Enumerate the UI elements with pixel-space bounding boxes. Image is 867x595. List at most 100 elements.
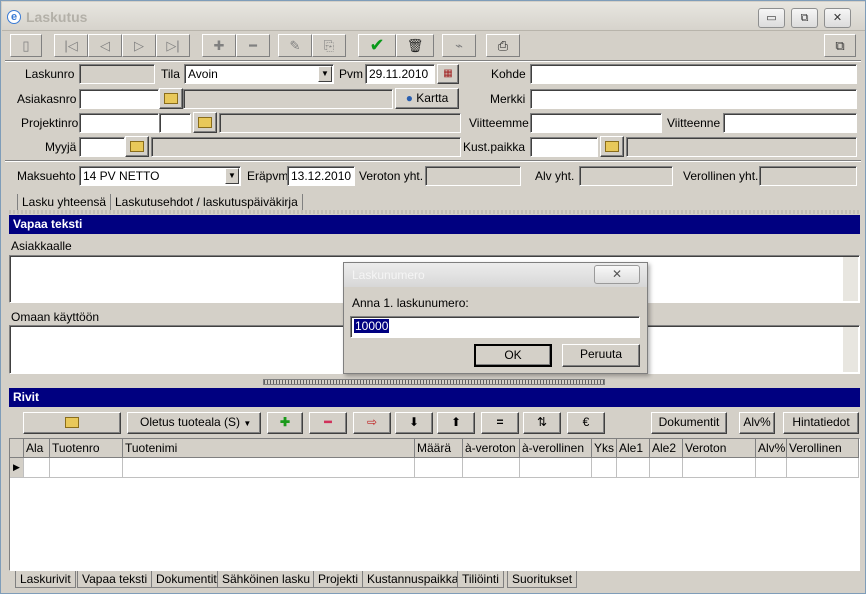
restore-button[interactable]: ⧉ (791, 8, 818, 28)
copy-icon[interactable]: ⎘ (312, 34, 346, 57)
column-header[interactable]: Veroton (683, 439, 756, 458)
erapvm-field[interactable]: 13.12.2010 (287, 166, 355, 186)
merkki-field[interactable] (530, 89, 857, 109)
column-header[interactable]: Yks (592, 439, 617, 458)
table-cell[interactable] (123, 458, 415, 478)
table-cell[interactable] (787, 458, 859, 478)
table-cell[interactable] (592, 458, 617, 478)
column-header[interactable]: Ale2 (650, 439, 683, 458)
column-header[interactable]: Alv% (756, 439, 787, 458)
add-row-icon[interactable]: ✚ (267, 412, 303, 434)
peruuta-button[interactable]: Peruuta (562, 344, 640, 367)
move-row-icon[interactable]: ⇨ (353, 412, 391, 434)
dialog-close-button[interactable]: ✕ (594, 265, 640, 284)
viitteemme-field[interactable] (530, 113, 662, 133)
column-header[interactable]: à-verollinen (520, 439, 592, 458)
last-record-icon[interactable]: ▷| (156, 34, 190, 57)
tab-vapaa-teksti[interactable]: Vapaa teksti (77, 571, 153, 588)
tab-dokumentit[interactable]: Dokumentit (151, 571, 222, 588)
default-area-dropdown[interactable]: Oletus tuoteala (S) ▼ (127, 412, 261, 434)
sort-icon[interactable]: ⇅ (523, 412, 561, 434)
customer-lookup-button[interactable] (159, 88, 183, 109)
splitter[interactable] (9, 210, 860, 214)
delete-icon[interactable]: 🗑 (396, 34, 434, 57)
tab-projekti[interactable]: Projekti (313, 571, 364, 588)
table-cell[interactable] (463, 458, 520, 478)
edit-icon[interactable]: ✎ (278, 34, 312, 57)
tab-lasku-yhteensa[interactable]: Lasku yhteensä (17, 194, 112, 211)
hintatiedot-button[interactable]: Hintatiedot (783, 412, 859, 434)
projektinro-field[interactable] (79, 113, 159, 133)
pvm-label: Pvm (339, 67, 363, 81)
kartta-button[interactable]: ● Kartta (395, 88, 459, 109)
projekti-sub-field[interactable] (159, 113, 191, 133)
laskunro-field[interactable] (79, 64, 155, 84)
tab-tilioointi[interactable]: Tiliöinti (457, 571, 504, 588)
prev-record-icon[interactable]: ◁ (88, 34, 122, 57)
table-cell[interactable] (50, 458, 123, 478)
side-panel-icon[interactable]: ⧉ (824, 34, 856, 57)
alv-pct-button[interactable]: Alv% (739, 412, 775, 434)
tab-laskurivit[interactable]: Laskurivit (15, 571, 76, 588)
chevron-down-icon[interactable]: ▼ (318, 66, 332, 82)
table-cell[interactable] (520, 458, 592, 478)
window-title: Laskutus (26, 9, 88, 25)
column-header[interactable]: Verollinen (787, 439, 859, 458)
column-header[interactable]: Ala (24, 439, 50, 458)
myyja-field[interactable] (79, 137, 125, 157)
print-icon[interactable]: ⎙ (486, 34, 520, 57)
close-button[interactable]: ✕ (824, 8, 851, 28)
accept-icon[interactable]: ✔ (358, 34, 396, 57)
chevron-down-icon[interactable]: ▼ (225, 168, 239, 184)
app-icon: e (7, 10, 21, 24)
add-record-icon[interactable]: ✚ (202, 34, 236, 57)
tab-kustannuspaikka[interactable]: Kustannuspaikka (362, 571, 464, 588)
remove-record-icon[interactable]: ━ (236, 34, 270, 57)
calendar-icon[interactable]: ▦ (437, 64, 459, 84)
maksuehto-select[interactable]: 14 PV NETTO ▼ (79, 166, 241, 186)
minimize-button[interactable]: ▭ (758, 8, 785, 28)
laskunumero-input[interactable]: 10000 (350, 316, 640, 338)
equal-icon[interactable]: = (481, 412, 519, 434)
ok-button[interactable]: OK (474, 344, 552, 367)
column-header[interactable]: Ale1 (617, 439, 650, 458)
table-cell[interactable] (415, 458, 463, 478)
link-icon[interactable]: ⌁ (442, 34, 476, 57)
pvm-field[interactable]: 29.11.2010 (365, 64, 435, 84)
tab-laskutusehdot[interactable]: Laskutusehdot / laskutuspäiväkirja (110, 194, 303, 211)
table-cell[interactable] (617, 458, 650, 478)
scrollbar[interactable] (843, 327, 858, 372)
viitteemme-label: Viitteemme (469, 116, 529, 130)
column-header[interactable]: Määrä (415, 439, 463, 458)
seller-lookup-button[interactable] (125, 136, 149, 157)
dokumentit-button[interactable]: Dokumentit (651, 412, 727, 434)
viitteenne-field[interactable] (723, 113, 857, 133)
move-down-icon[interactable]: ⬇ (395, 412, 433, 434)
project-lookup-button[interactable] (193, 112, 217, 133)
remove-row-icon[interactable]: ━ (309, 412, 347, 434)
next-record-icon[interactable]: ▷ (122, 34, 156, 57)
column-header[interactable]: Tuotenimi (123, 439, 415, 458)
column-header[interactable]: à-veroton (463, 439, 520, 458)
splitter-handle[interactable] (263, 379, 605, 385)
euro-icon[interactable]: € (567, 412, 605, 434)
kohde-field[interactable] (530, 64, 857, 84)
table-cell[interactable] (756, 458, 787, 478)
move-up-icon[interactable]: ⬆ (437, 412, 475, 434)
rows-grid[interactable]: Ala Tuotenro Tuotenimi Määrä à-veroton à… (9, 438, 860, 571)
tab-suoritukset[interactable]: Suoritukset (507, 571, 578, 588)
table-cell[interactable] (650, 458, 683, 478)
kustpaikka-field[interactable] (530, 137, 598, 157)
tila-select[interactable]: Avoin ▼ (184, 64, 334, 84)
asiakasnro-field[interactable] (79, 89, 159, 109)
first-record-icon[interactable]: |◁ (54, 34, 88, 57)
document-icon[interactable]: ▯ (10, 34, 42, 57)
scrollbar[interactable] (843, 257, 858, 301)
column-header[interactable]: Tuotenro (50, 439, 123, 458)
costcenter-lookup-button[interactable] (600, 136, 624, 157)
product-lookup-button[interactable] (23, 412, 121, 434)
table-cell[interactable] (683, 458, 756, 478)
veroton-total (425, 166, 521, 186)
table-cell[interactable] (24, 458, 50, 478)
tab-sahkoinen-lasku[interactable]: Sähköinen lasku (217, 571, 316, 588)
